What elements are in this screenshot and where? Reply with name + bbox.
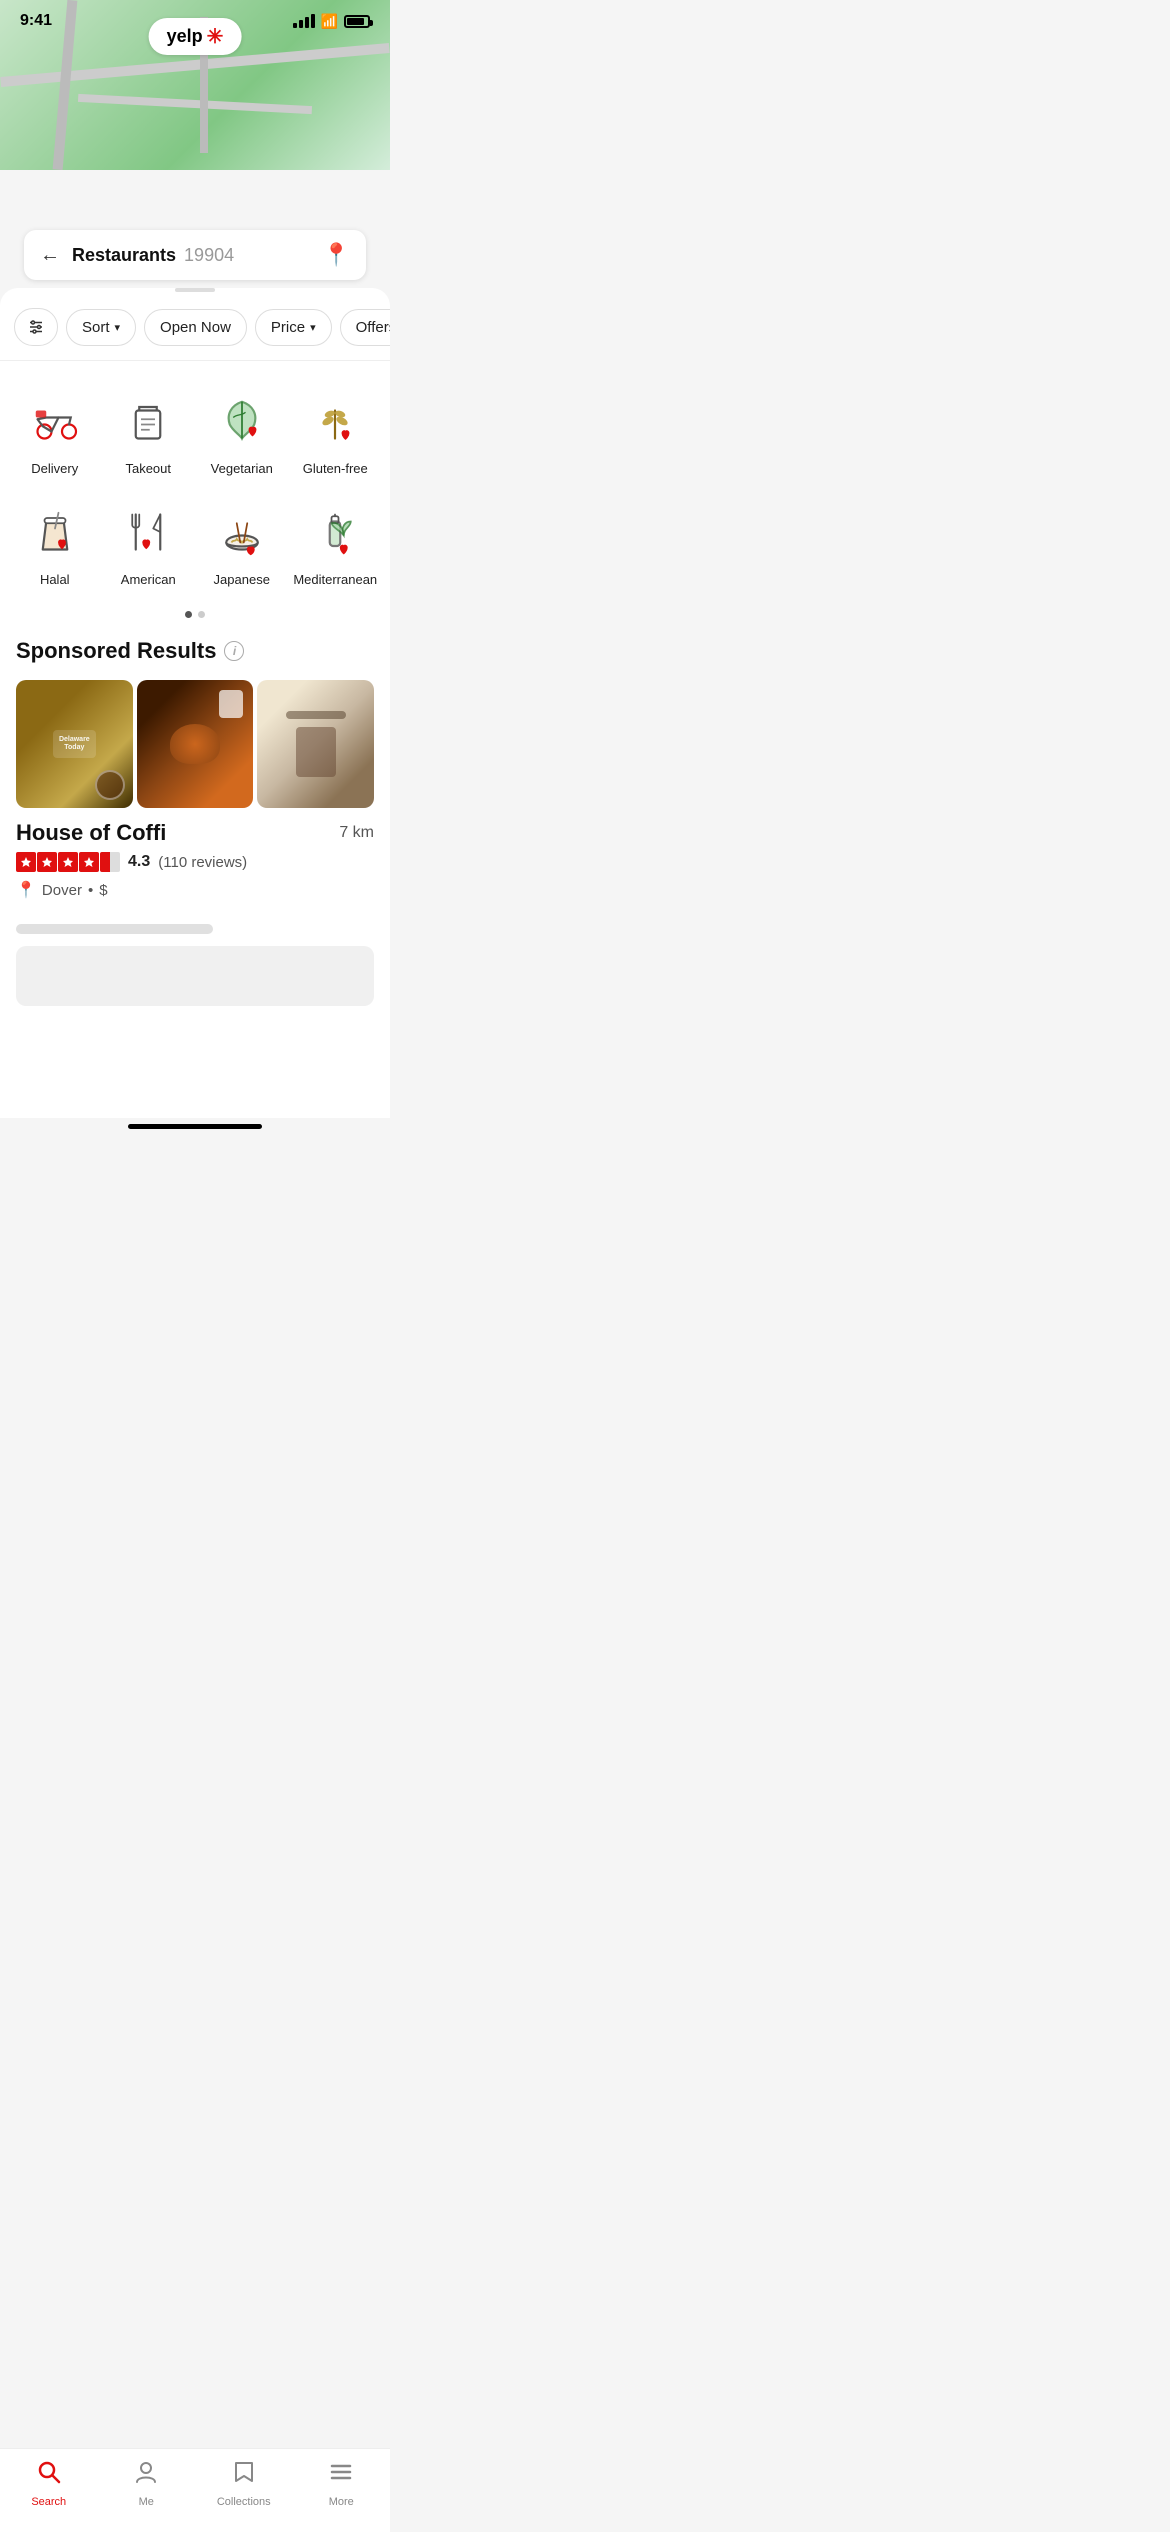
search-bar: ← Restaurants 19904 📍 <box>24 230 366 280</box>
star-2 <box>37 852 57 872</box>
category-vegetarian-label: Vegetarian <box>211 461 273 476</box>
battery-icon <box>344 15 370 28</box>
info-icon[interactable]: i <box>224 641 244 661</box>
category-halal[interactable]: Halal <box>8 488 102 599</box>
status-bar: 9:41 📶 <box>0 0 390 34</box>
loading-card <box>16 946 374 1006</box>
restaurant-name[interactable]: House of Coffi <box>16 820 166 846</box>
collections-tab-icon <box>231 2459 257 2492</box>
category-american-label: American <box>121 572 176 587</box>
restaurant-image-1[interactable]: DelawareToday <box>16 680 133 808</box>
category-japanese[interactable]: Japanese <box>195 488 289 599</box>
me-tab-label: Me <box>139 2496 154 2508</box>
price-level: $ <box>99 882 107 899</box>
me-tab-icon <box>133 2459 159 2492</box>
restaurant-image-3[interactable] <box>257 680 374 808</box>
search-main-text: Restaurants <box>72 245 176 266</box>
star-3 <box>58 852 78 872</box>
tab-search[interactable]: Search <box>14 2459 84 2508</box>
restaurant-location: Dover <box>42 882 82 899</box>
collections-tab-label: Collections <box>217 2496 271 2508</box>
bottom-sheet: Sort ▾ Open Now Price ▾ Offers Take… <box>0 288 390 1118</box>
tab-collections[interactable]: Collections <box>209 2459 279 2508</box>
star-5-half <box>100 852 120 872</box>
category-japanese-label: Japanese <box>214 572 270 587</box>
category-delivery[interactable]: Delivery <box>8 377 102 488</box>
category-mediterranean[interactable]: Mediterranean <box>289 488 383 599</box>
reviews-count: (110 reviews) <box>158 854 247 871</box>
category-american[interactable]: American <box>102 488 196 599</box>
wifi-icon: 📶 <box>321 13 338 30</box>
sponsored-section-title: Sponsored Results i <box>0 638 390 680</box>
status-time: 9:41 <box>20 12 52 30</box>
star-4 <box>79 852 99 872</box>
rating-number: 4.3 <box>128 853 150 871</box>
category-gluten-free[interactable]: Gluten-free <box>289 377 383 488</box>
category-takeout-label: Takeout <box>125 461 171 476</box>
more-tab-label: More <box>329 2496 354 2508</box>
loading-bar <box>16 924 213 934</box>
star-1 <box>16 852 36 872</box>
dot-2 <box>198 611 205 618</box>
dot-1 <box>185 611 192 618</box>
restaurant-info: House of Coffi 7 km 4.3 (110 rev <box>0 820 390 912</box>
back-button[interactable]: ← <box>40 244 60 267</box>
category-halal-label: Halal <box>40 572 70 587</box>
home-indicator <box>128 1124 262 1129</box>
search-text: Restaurants 19904 <box>72 245 311 266</box>
category-delivery-label: Delivery <box>31 461 78 476</box>
search-tab-icon <box>36 2459 62 2492</box>
category-vegetarian[interactable]: Vegetarian <box>195 377 289 488</box>
filter-bar: Sort ▾ Open Now Price ▾ Offers Take… <box>0 308 390 360</box>
offers-button[interactable]: Offers Take… <box>340 309 390 346</box>
sort-button[interactable]: Sort ▾ <box>66 309 136 346</box>
category-mediterranean-label: Mediterranean <box>293 572 377 587</box>
category-gluten-free-label: Gluten-free <box>303 461 368 476</box>
more-tab-icon <box>328 2459 354 2492</box>
filter-adjust-button[interactable] <box>14 308 58 346</box>
open-now-button[interactable]: Open Now <box>144 309 247 346</box>
status-icons: 📶 <box>293 13 370 30</box>
stars-row: 4.3 (110 reviews) <box>16 852 374 872</box>
restaurant-name-row: House of Coffi 7 km <box>16 820 374 846</box>
price-separator: • <box>88 882 93 899</box>
restaurant-image-2[interactable] <box>137 680 254 808</box>
divider <box>0 360 390 361</box>
restaurant-distance: 7 km <box>339 824 374 842</box>
tab-bar: Search Me Collections More <box>0 2448 390 2532</box>
restaurant-images[interactable]: DelawareToday <box>0 680 390 820</box>
star-rating <box>16 852 120 872</box>
search-zip-text: 19904 <box>184 245 234 266</box>
chevron-down-icon: ▾ <box>310 321 316 334</box>
price-button[interactable]: Price ▾ <box>255 309 332 346</box>
category-takeout[interactable]: Takeout <box>102 377 196 488</box>
page-dots <box>0 611 390 618</box>
pin-icon: 📍 <box>16 880 36 900</box>
location-icon[interactable]: 📍 <box>323 242 350 268</box>
categories-grid: Delivery Takeout <box>0 377 390 611</box>
tab-more[interactable]: More <box>306 2459 376 2508</box>
loading-bar-wrap <box>0 912 390 934</box>
signal-icon <box>293 14 315 28</box>
location-row: 📍 Dover • $ <box>16 880 374 900</box>
search-tab-label: Search <box>31 2496 66 2508</box>
tab-me[interactable]: Me <box>111 2459 181 2508</box>
chevron-down-icon: ▾ <box>115 321 121 334</box>
